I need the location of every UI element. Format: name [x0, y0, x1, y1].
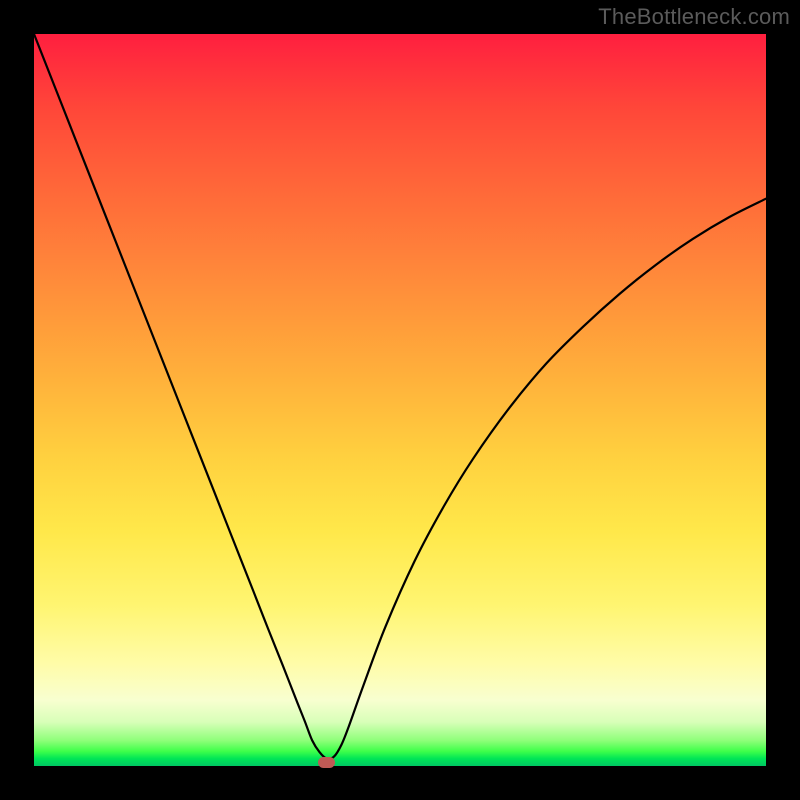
- chart-container: TheBottleneck.com: [0, 0, 800, 800]
- watermark-text: TheBottleneck.com: [598, 4, 790, 30]
- optimal-marker: [318, 757, 335, 768]
- curve-line: [34, 34, 766, 759]
- plot-area: [34, 34, 766, 766]
- bottleneck-curve: [34, 34, 766, 766]
